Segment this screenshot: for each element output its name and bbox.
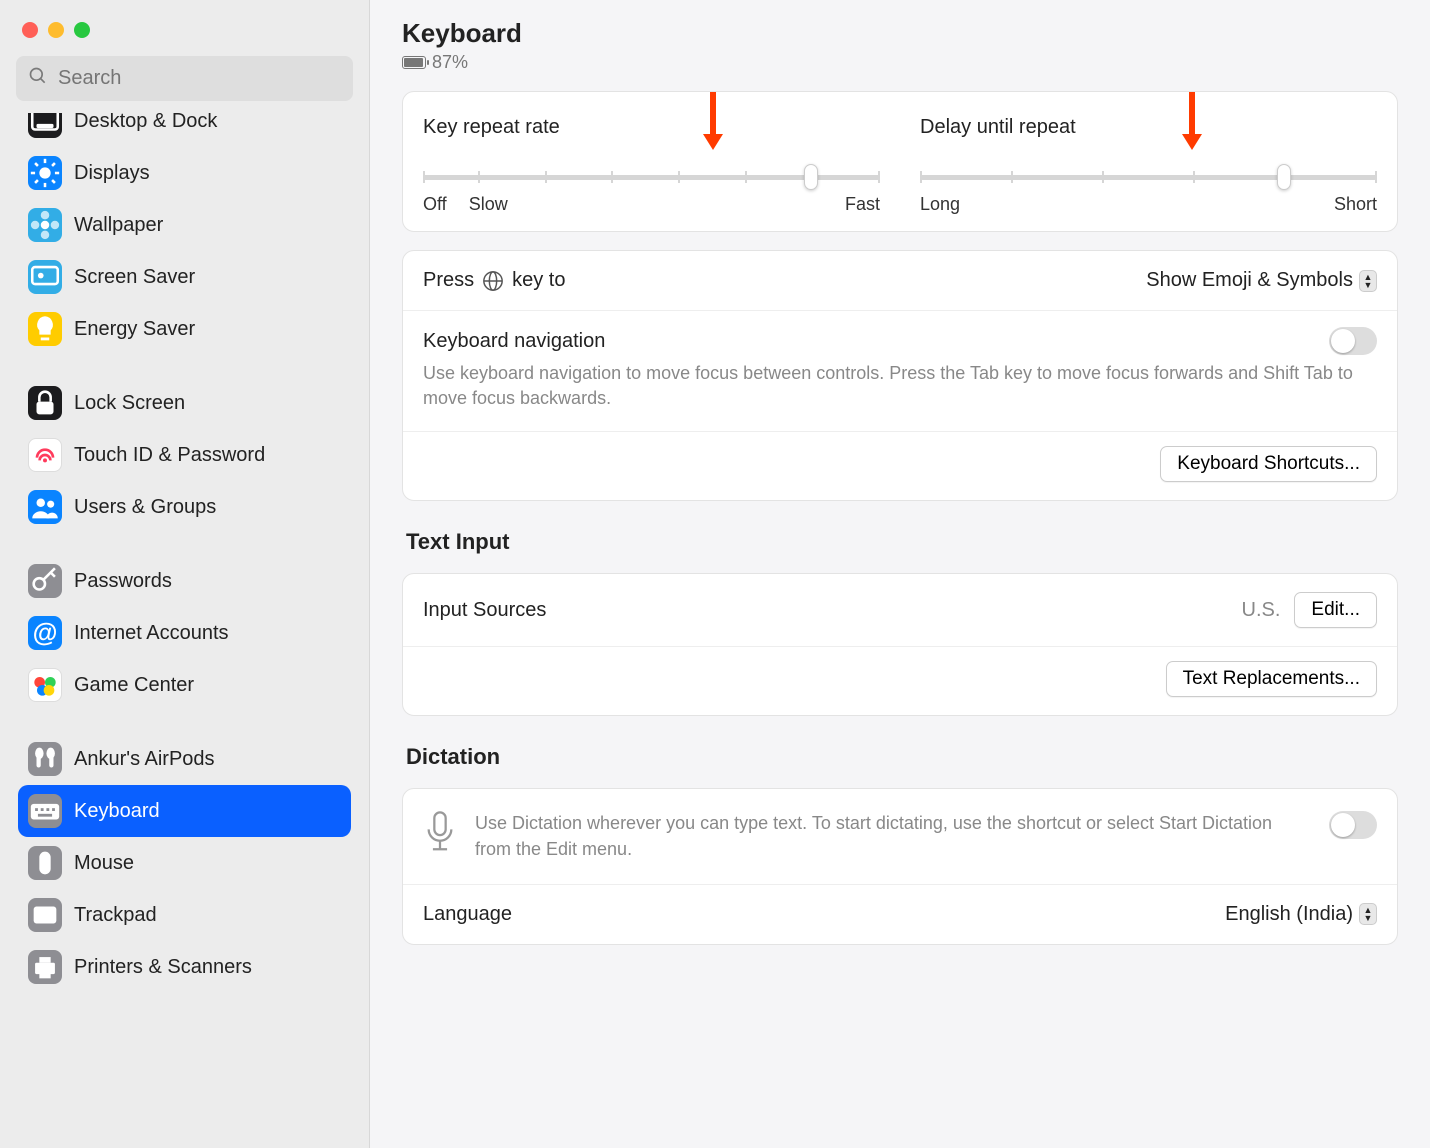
dictation-language-select[interactable]: English (India) ▲▼	[1225, 903, 1377, 926]
printer-icon	[28, 950, 62, 984]
delay-repeat-slider[interactable]	[920, 175, 1377, 180]
dock-icon	[28, 113, 62, 138]
sidebar-item-label: Keyboard	[74, 800, 160, 823]
text-input-card: Input Sources U.S. Edit... Text Replacem…	[402, 573, 1398, 716]
key-icon	[28, 564, 62, 598]
sun-icon	[28, 156, 62, 190]
sidebar-item-label: Touch ID & Password	[74, 444, 265, 467]
keyboard-nav-toggle[interactable]	[1329, 327, 1377, 355]
sidebar-item-internet-accounts[interactable]: @ Internet Accounts	[18, 607, 351, 659]
keyboard-shortcuts-button[interactable]: Keyboard Shortcuts...	[1160, 446, 1377, 482]
search-field[interactable]	[16, 56, 353, 101]
lock-icon	[28, 386, 62, 420]
gamecenter-icon	[28, 668, 62, 702]
sidebar-item-touch-id-password[interactable]: Touch ID & Password	[18, 429, 351, 481]
sidebar-item-label: Internet Accounts	[74, 622, 229, 645]
sidebar-item-lock-screen[interactable]: Lock Screen	[18, 377, 351, 429]
flower-icon	[28, 208, 62, 242]
airpods-icon	[28, 742, 62, 776]
sidebar-item-label: Energy Saver	[74, 318, 195, 341]
sidebar-item-displays[interactable]: Displays	[18, 147, 351, 199]
sidebar-item-label: Screen Saver	[74, 266, 195, 289]
text-replacements-button[interactable]: Text Replacements...	[1166, 661, 1377, 697]
keyboard-options-card: Press key to Show Emoji & Symbols ▲▼ Key…	[402, 250, 1398, 501]
microphone-icon	[423, 811, 457, 851]
text-input-title: Text Input	[406, 529, 1398, 555]
dictation-toggle[interactable]	[1329, 811, 1377, 839]
svg-text:@: @	[33, 620, 58, 648]
at-icon: @	[28, 616, 62, 650]
globe-icon	[482, 270, 504, 292]
users-icon	[28, 490, 62, 524]
mouse-icon	[28, 846, 62, 880]
sidebar-item-mouse[interactable]: Mouse	[18, 837, 351, 889]
sidebar-item-screen-saver[interactable]: Screen Saver	[18, 251, 351, 303]
dictation-desc-row: Use Dictation wherever you can type text…	[403, 789, 1397, 883]
sidebar-item-label: Game Center	[74, 674, 194, 697]
sidebar-list: Desktop & Dock Displays Wallpaper Screen Sa…	[0, 113, 369, 993]
sidebar: Desktop & Dock Displays Wallpaper Screen Sa…	[0, 0, 370, 1148]
sidebar-item-label: Printers & Scanners	[74, 956, 252, 979]
delay-repeat-thumb[interactable]	[1277, 164, 1291, 190]
sidebar-item-label: Users & Groups	[74, 496, 216, 519]
touchid-icon	[28, 438, 62, 472]
keyboard-nav-row: Keyboard navigation Use keyboard navigat…	[403, 310, 1397, 431]
battery-icon	[402, 56, 426, 69]
sidebar-item-users-groups[interactable]: Users & Groups	[18, 481, 351, 533]
sliders-card: Key repeat rate OffSlow Fast Delay unt	[402, 91, 1398, 232]
delay-repeat-label: Delay until repeat	[920, 116, 1377, 139]
sidebar-item-printers-scanners[interactable]: Printers & Scanners	[18, 941, 351, 993]
sidebar-item-passwords[interactable]: Passwords	[18, 555, 351, 607]
updown-icon: ▲▼	[1359, 270, 1377, 292]
input-sources-row: Input Sources U.S. Edit...	[403, 574, 1397, 646]
key-repeat-section: Key repeat rate OffSlow Fast	[403, 92, 900, 231]
screensaver-icon	[28, 260, 62, 294]
sidebar-item-label: Passwords	[74, 570, 172, 593]
main-content: Keyboard 87% Key repeat rate	[370, 0, 1430, 1148]
page-title: Keyboard	[402, 18, 1398, 49]
sidebar-item-label: Mouse	[74, 852, 134, 875]
sidebar-item-label: Trackpad	[74, 904, 157, 927]
delay-repeat-section: Delay until repeat Long Short	[900, 92, 1397, 231]
keyboard-nav-label: Keyboard navigation	[423, 330, 605, 353]
globe-key-select[interactable]: Show Emoji & Symbols ▲▼	[1146, 269, 1377, 292]
battery-percent: 87%	[432, 52, 468, 73]
page-header: Keyboard 87%	[402, 18, 1398, 73]
dictation-title: Dictation	[406, 744, 1398, 770]
sidebar-item-label: Desktop & Dock	[74, 113, 217, 133]
dictation-language-row: Language English (India) ▲▼	[403, 884, 1397, 944]
sidebar-item-game-center[interactable]: Game Center	[18, 659, 351, 711]
sidebar-item-desktop-dock[interactable]: Desktop & Dock	[18, 113, 351, 147]
arrow-annotation-icon	[698, 90, 728, 150]
sidebar-item-energy-saver[interactable]: Energy Saver	[18, 303, 351, 355]
trackpad-icon	[28, 898, 62, 932]
zoom-window-button[interactable]	[74, 22, 90, 38]
close-window-button[interactable]	[22, 22, 38, 38]
search-icon	[28, 66, 48, 91]
sidebar-item-trackpad[interactable]: Trackpad	[18, 889, 351, 941]
sidebar-item-ankur-s-airpods[interactable]: Ankur's AirPods	[18, 733, 351, 785]
key-repeat-label: Key repeat rate	[423, 116, 880, 139]
arrow-annotation-icon	[1177, 90, 1207, 150]
sidebar-item-label: Displays	[74, 162, 150, 185]
sidebar-item-wallpaper[interactable]: Wallpaper	[18, 199, 351, 251]
minimize-window-button[interactable]	[48, 22, 64, 38]
sidebar-item-label: Wallpaper	[74, 214, 163, 237]
keyboard-nav-desc: Use keyboard navigation to move focus be…	[423, 361, 1377, 411]
window-controls	[0, 0, 369, 38]
search-input[interactable]	[58, 67, 341, 90]
bulb-icon	[28, 312, 62, 346]
dictation-card: Use Dictation wherever you can type text…	[402, 788, 1398, 944]
sidebar-item-label: Ankur's AirPods	[74, 748, 215, 771]
edit-input-sources-button[interactable]: Edit...	[1294, 592, 1377, 628]
sidebar-item-keyboard[interactable]: Keyboard	[18, 785, 351, 837]
input-sources-value: U.S.	[1242, 599, 1281, 622]
updown-icon: ▲▼	[1359, 903, 1377, 925]
key-repeat-slider[interactable]	[423, 175, 880, 180]
sidebar-item-label: Lock Screen	[74, 392, 185, 415]
keyboard-icon	[28, 794, 62, 828]
globe-key-row: Press key to Show Emoji & Symbols ▲▼	[403, 251, 1397, 310]
key-repeat-thumb[interactable]	[804, 164, 818, 190]
battery-status: 87%	[402, 52, 1398, 73]
